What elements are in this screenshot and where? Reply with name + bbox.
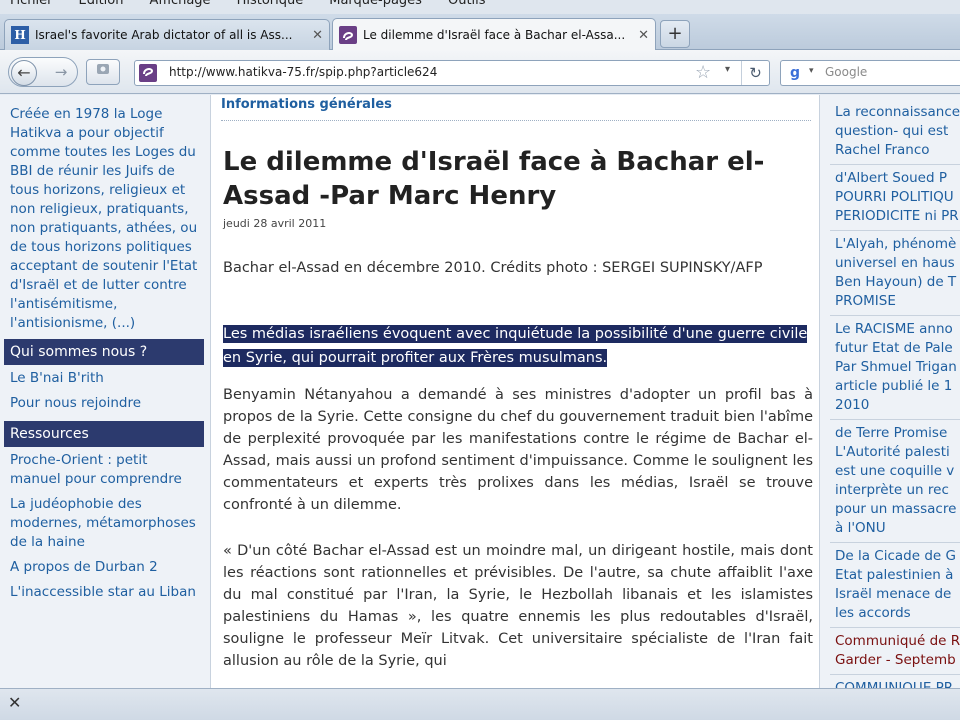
tab-le-dilemme[interactable]: Le dilemme d'Israël face à Bachar el-Ass… xyxy=(332,18,656,51)
article-paragraph: Benyamin Nétanyahou a demandé à ses mini… xyxy=(223,387,813,513)
menu-fichier[interactable]: Fichier xyxy=(10,0,53,8)
link-durban-2[interactable]: A propos de Durban 2 xyxy=(4,554,204,579)
intro-link[interactable]: Créée en 1978 la Loge Hatikva a pour obj… xyxy=(4,99,204,333)
link-line: Garder - Septemb xyxy=(835,652,956,668)
close-icon[interactable]: ✕ xyxy=(8,693,21,712)
link-line: 2010 xyxy=(835,397,870,413)
link-line: La reconnaissance xyxy=(835,104,960,120)
article-lead-selected: Les médias israéliens évoquent avec inqu… xyxy=(223,322,813,370)
link-line: à l'ONU xyxy=(835,520,886,536)
article-content: Informations générales Le dilemme d'Isra… xyxy=(210,95,820,688)
link-line: Par Shmuel Trigan xyxy=(835,359,957,375)
link-line: est une coquille v xyxy=(835,463,955,479)
link-line: Communiqué de R xyxy=(835,633,960,649)
menu-edition[interactable]: Édition xyxy=(79,0,124,8)
link-pour-nous-rejoindre[interactable]: Pour nous rejoindre xyxy=(4,390,204,415)
selected-text: Les médias israéliens évoquent avec inqu… xyxy=(223,325,808,367)
tab-title: Le dilemme d'Israël face à Bachar el-Ass… xyxy=(363,28,626,42)
right-link-item[interactable]: de Terre Promise L'Autorité palesti est … xyxy=(830,420,960,543)
article-paragraph: « D'un côté Bachar el-Assad est un moind… xyxy=(223,543,813,669)
navigation-toolbar: ← → http://www.hatikva-75.fr/spip.php?ar… xyxy=(0,50,960,94)
section-header-ressources[interactable]: Ressources xyxy=(4,421,204,447)
right-link-item-communique[interactable]: Communiqué de R Garder - Septemb xyxy=(830,628,960,675)
link-line: POURRI POLITIQU xyxy=(835,189,954,205)
link-line: PROMISE xyxy=(835,293,896,309)
link-line: De la Cicade de G xyxy=(835,548,956,564)
hatikva-h-icon: H xyxy=(11,26,29,44)
google-icon[interactable]: g xyxy=(785,64,805,82)
tab-israel-favorite[interactable]: H Israel's favorite Arab dictator of all… xyxy=(4,19,330,50)
link-line: d'Albert Soued P xyxy=(835,170,947,186)
rubrique-link[interactable]: Informations générales xyxy=(221,97,392,112)
link-line: article publié le 1 xyxy=(835,378,953,394)
section-header-qui-sommes-nous[interactable]: Qui sommes nous ? xyxy=(4,339,204,365)
right-link-item[interactable]: La reconnaissance question- qui est Rach… xyxy=(830,99,960,165)
link-line: interprète un rec xyxy=(835,482,949,498)
feed-button[interactable] xyxy=(86,59,120,85)
spip-icon xyxy=(339,26,357,44)
right-sidebar: La reconnaissance question- qui est Rach… xyxy=(830,99,960,688)
divider xyxy=(221,120,811,121)
link-line: universel en haus xyxy=(835,255,955,271)
link-line: futur Etat de Pale xyxy=(835,340,953,356)
page-viewport: Créée en 1978 la Loge Hatikva a pour obj… xyxy=(0,95,960,688)
menu-bar: Fichier Édition Affichage Historique Mar… xyxy=(0,0,960,14)
link-line: de Terre Promise xyxy=(835,425,948,441)
url-text[interactable]: http://www.hatikva-75.fr/spip.php?articl… xyxy=(169,65,437,79)
menu-historique[interactable]: Historique xyxy=(237,0,304,8)
site-identity-icon[interactable] xyxy=(139,64,157,82)
link-line: L'Autorité palesti xyxy=(835,444,950,460)
link-line: PERIODICITE ni PR xyxy=(835,208,959,224)
link-line: Ben Hayoun) de T xyxy=(835,274,957,290)
tab-title: Israel's favorite Arab dictator of all i… xyxy=(35,28,293,42)
menu-affichage[interactable]: Affichage xyxy=(149,0,210,8)
search-engine-dropdown-icon[interactable]: ▾ xyxy=(809,66,814,76)
search-bar[interactable]: g ▾ Google xyxy=(780,60,960,86)
link-line: COMMUNIQUE PR xyxy=(835,680,954,688)
find-bar: ✕ xyxy=(0,688,960,720)
address-bar[interactable]: http://www.hatikva-75.fr/spip.php?articl… xyxy=(134,60,770,86)
photo-caption: Bachar el-Assad en décembre 2010. Crédit… xyxy=(223,260,763,276)
back-forward-group: ← → xyxy=(8,57,78,87)
right-link-item[interactable]: COMMUNIQUE PR xyxy=(830,675,960,688)
link-bnai-brith[interactable]: Le B'nai B'rith xyxy=(4,365,204,390)
link-line: Le RACISME anno xyxy=(835,321,953,337)
right-link-item[interactable]: d'Albert Soued P POURRI POLITIQU PERIODI… xyxy=(830,165,960,231)
link-line: question- qui est xyxy=(835,123,949,139)
link-proche-orient[interactable]: Proche-Orient : petit manuel pour compre… xyxy=(4,447,204,491)
menu-marque-pages[interactable]: Marque-pages xyxy=(329,0,422,8)
feed-icon xyxy=(97,64,109,74)
link-inaccessible-star[interactable]: L'inaccessible star au Liban xyxy=(4,579,204,604)
menu-outils[interactable]: Outils xyxy=(448,0,486,8)
tab-strip: H Israel's favorite Arab dictator of all… xyxy=(0,14,960,51)
right-link-item[interactable]: De la Cicade de G Etat palestinien à Isr… xyxy=(830,543,960,628)
forward-arrow-icon[interactable]: → xyxy=(49,60,73,86)
article-title: Le dilemme d'Israël face à Bachar el-Ass… xyxy=(223,147,765,211)
link-line: Israël menace de xyxy=(835,586,952,602)
link-line: pour un massacre xyxy=(835,501,957,517)
url-history-dropdown-icon[interactable]: ▾ xyxy=(725,64,730,75)
article-date: jeudi 28 avril 2011 xyxy=(223,217,327,230)
new-tab-button[interactable]: + xyxy=(660,20,690,48)
right-link-item[interactable]: Le RACISME anno futur Etat de Pale Par S… xyxy=(830,316,960,420)
right-link-item[interactable]: L'Alyah, phénomè universel en haus Ben H… xyxy=(830,231,960,316)
reload-icon[interactable]: ↻ xyxy=(741,61,769,85)
close-tab-icon[interactable]: ✕ xyxy=(312,28,323,43)
link-line: les accords xyxy=(835,605,911,621)
search-input[interactable]: Google xyxy=(825,65,867,79)
close-tab-icon[interactable]: ✕ xyxy=(638,28,649,43)
back-arrow-icon[interactable]: ← xyxy=(11,60,37,86)
link-judeophobie[interactable]: La judéophobie des modernes, métamorphos… xyxy=(4,491,204,554)
link-line: Rachel Franco xyxy=(835,142,930,158)
left-sidebar: Créée en 1978 la Loge Hatikva a pour obj… xyxy=(4,99,204,688)
link-line: Etat palestinien à xyxy=(835,567,954,583)
bookmark-star-icon[interactable]: ☆ xyxy=(695,62,711,83)
link-line: L'Alyah, phénomè xyxy=(835,236,957,252)
